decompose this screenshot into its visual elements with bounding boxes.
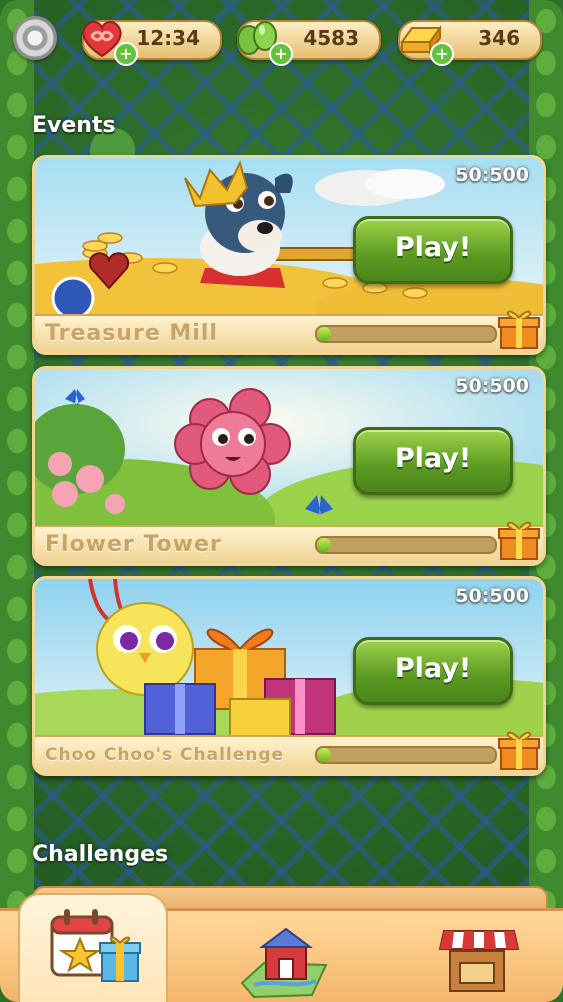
bottom-navigation xyxy=(0,893,563,1002)
top-bar: + 12:34 + 4583 + 346 xyxy=(0,14,563,66)
gift-reward-icon[interactable] xyxy=(495,302,543,352)
event-info-bar: Treasure Mill xyxy=(35,314,543,352)
event-progress-fill xyxy=(317,748,331,762)
event-timer: 50:500 xyxy=(455,164,529,186)
play-button[interactable]: Play! xyxy=(353,216,513,284)
nav-tab-shop[interactable] xyxy=(430,911,530,1002)
lives-counter[interactable]: + 12:34 xyxy=(82,20,222,66)
gold-value: 346 xyxy=(478,26,520,50)
farm-map-icon xyxy=(240,927,328,999)
event-info-bar: Flower Tower xyxy=(35,525,543,563)
play-button[interactable]: Play! xyxy=(353,637,513,705)
event-timer: 50:500 xyxy=(455,585,529,607)
event-title: Flower Tower xyxy=(45,532,222,557)
events-section-title: Events xyxy=(32,113,116,138)
challenges-section-title: Challenges xyxy=(32,842,169,867)
add-beans-icon[interactable]: + xyxy=(269,42,293,66)
nav-tab-events[interactable] xyxy=(18,893,168,1002)
beans-counter[interactable]: + 4583 xyxy=(237,20,381,66)
event-progress-bar xyxy=(315,325,497,343)
game-screen: + 12:34 + 4583 + 346 Events 50:500 Play!… xyxy=(0,0,563,1002)
market-stall-icon xyxy=(438,930,520,992)
left-leaf-border xyxy=(0,0,34,912)
event-progress-fill xyxy=(317,327,331,341)
event-title: Treasure Mill xyxy=(45,321,218,346)
event-card-flower-tower[interactable]: 50:500 Play! Flower Tower xyxy=(32,366,546,566)
event-title: Choo Choo's Challenge xyxy=(45,745,285,765)
events-calendar-icon xyxy=(50,909,141,982)
add-gold-icon[interactable]: + xyxy=(430,42,454,66)
event-info-bar: Choo Choo's Challenge xyxy=(35,735,543,773)
event-timer: 50:500 xyxy=(455,375,529,397)
gear-icon[interactable] xyxy=(13,16,57,60)
add-lives-icon[interactable]: + xyxy=(114,42,138,66)
event-card-choo-choo-challenge[interactable]: 50:500 Play! Choo Choo's Challenge xyxy=(32,576,546,776)
nav-tab-farm[interactable] xyxy=(230,911,330,1002)
event-progress-bar xyxy=(315,536,497,554)
play-button[interactable]: Play! xyxy=(353,427,513,495)
event-progress-bar xyxy=(315,746,497,764)
lives-value: 12:34 xyxy=(136,26,200,50)
gift-reward-icon[interactable] xyxy=(495,723,543,773)
gold-counter[interactable]: + 346 xyxy=(398,20,542,66)
event-progress-fill xyxy=(317,538,331,552)
gift-reward-icon[interactable] xyxy=(495,513,543,563)
beans-value: 4583 xyxy=(303,26,359,50)
event-card-treasure-mill[interactable]: 50:500 Play! Treasure Mill xyxy=(32,155,546,355)
